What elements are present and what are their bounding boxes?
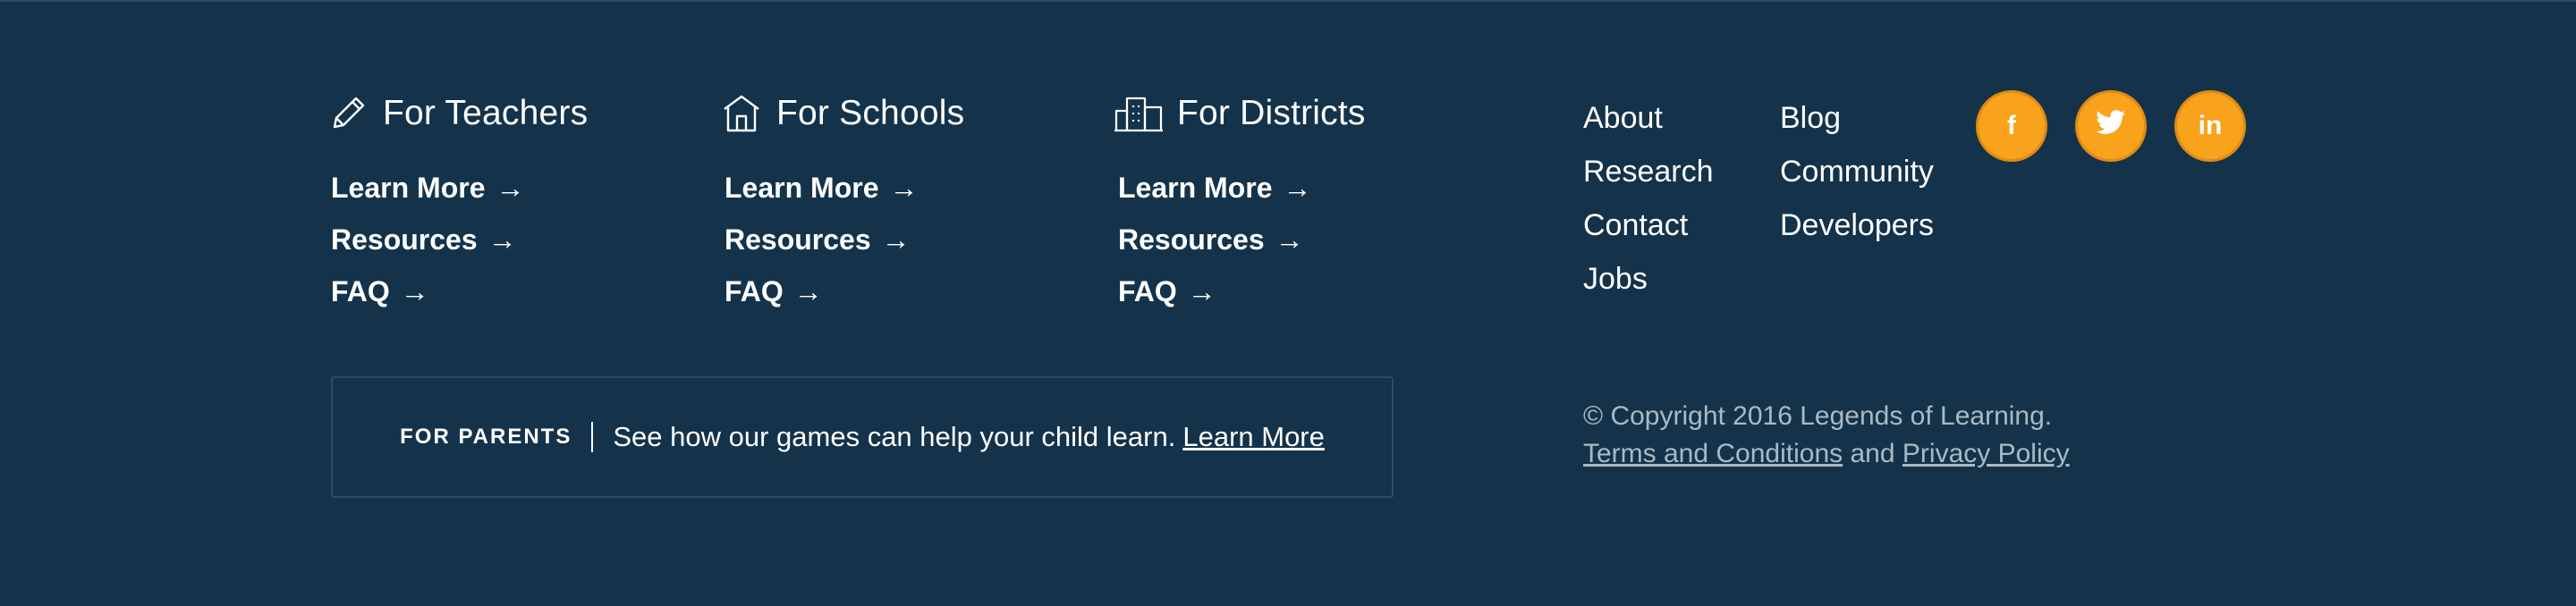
twitter-icon [2096,110,2126,142]
privacy-policy-link[interactable]: Privacy Policy [1902,439,2070,468]
nav-jobs-link[interactable]: Jobs [1583,256,1714,309]
city-buildings-icon [1114,92,1165,135]
school-house-icon [721,92,764,135]
districts-heading[interactable]: For Districts [1114,89,1472,138]
for-parents-text: See how our games can help your child le… [613,421,1176,452]
schools-faq-link[interactable]: FAQ → [724,266,1079,318]
nav-developers-link[interactable]: Developers [1780,202,1934,256]
schools-resources-link[interactable]: Resources → [724,215,1079,266]
districts-column: For Districts Learn More → Resources → FAQ… [1114,89,1472,318]
districts-title: For Districts [1177,94,1366,132]
teachers-faq-link[interactable]: FAQ → [331,266,685,318]
arrow-right-icon: → [881,223,911,256]
linkedin-icon: in [2198,111,2223,140]
and-text: and [1850,439,1895,468]
arrow-right-icon: → [889,172,919,204]
arrow-right-icon: → [496,172,525,204]
arrow-right-icon: → [1187,275,1216,307]
twitter-button[interactable] [2075,90,2147,162]
nav-blog-link[interactable]: Blog [1780,95,1934,148]
arrow-right-icon: → [487,223,517,256]
districts-faq-link[interactable]: FAQ → [1118,266,1472,318]
facebook-button[interactable]: f [1976,90,2047,162]
teachers-resources-link[interactable]: Resources → [331,215,685,266]
teachers-learn-more-link[interactable]: Learn More → [331,163,685,215]
arrow-right-icon: → [1275,223,1304,256]
teachers-heading[interactable]: For Teachers [327,89,685,138]
arrow-right-icon: → [1283,172,1312,204]
arrow-right-icon: → [400,275,429,307]
copyright-text: © Copyright 2016 Legends of Learning. [1583,401,2053,431]
facebook-icon: f [2007,111,2016,140]
schools-learn-more-link[interactable]: Learn More → [724,163,1079,215]
footer-nav-column-1: About Research Contact Jobs [1583,95,1714,309]
linkedin-button[interactable]: in [2174,90,2246,162]
nav-contact-link[interactable]: Contact [1583,202,1714,256]
for-parents-banner: FOR PARENTS See how our games can help y… [331,376,1394,498]
nav-research-link[interactable]: Research [1583,148,1714,202]
schools-column: For Schools Learn More → Resources → FAQ → [721,89,1079,318]
teachers-title: For Teachers [383,94,589,132]
pencil-icon [327,92,370,135]
teachers-column: For Teachers Learn More → Resources → FAQ → [327,89,685,318]
schools-title: For Schools [776,94,965,132]
arrow-right-icon: → [793,275,823,307]
for-parents-learn-more-link[interactable]: Learn More [1182,421,1325,453]
districts-resources-link[interactable]: Resources → [1118,215,1472,266]
social-links: f in [1976,90,2246,162]
for-parents-label: FOR PARENTS [400,425,572,449]
footer-nav-column-2: Blog Community Developers [1780,95,1934,256]
schools-heading[interactable]: For Schools [721,89,1079,138]
nav-about-link[interactable]: About [1583,95,1714,148]
vertical-divider [591,422,594,452]
terms-and-conditions-link[interactable]: Terms and Conditions [1583,439,1843,468]
copyright-block: © Copyright 2016 Legends of Learning. Te… [1583,398,2070,473]
districts-learn-more-link[interactable]: Learn More → [1118,163,1472,215]
top-divider [0,0,2576,2]
nav-community-link[interactable]: Community [1780,148,1934,202]
